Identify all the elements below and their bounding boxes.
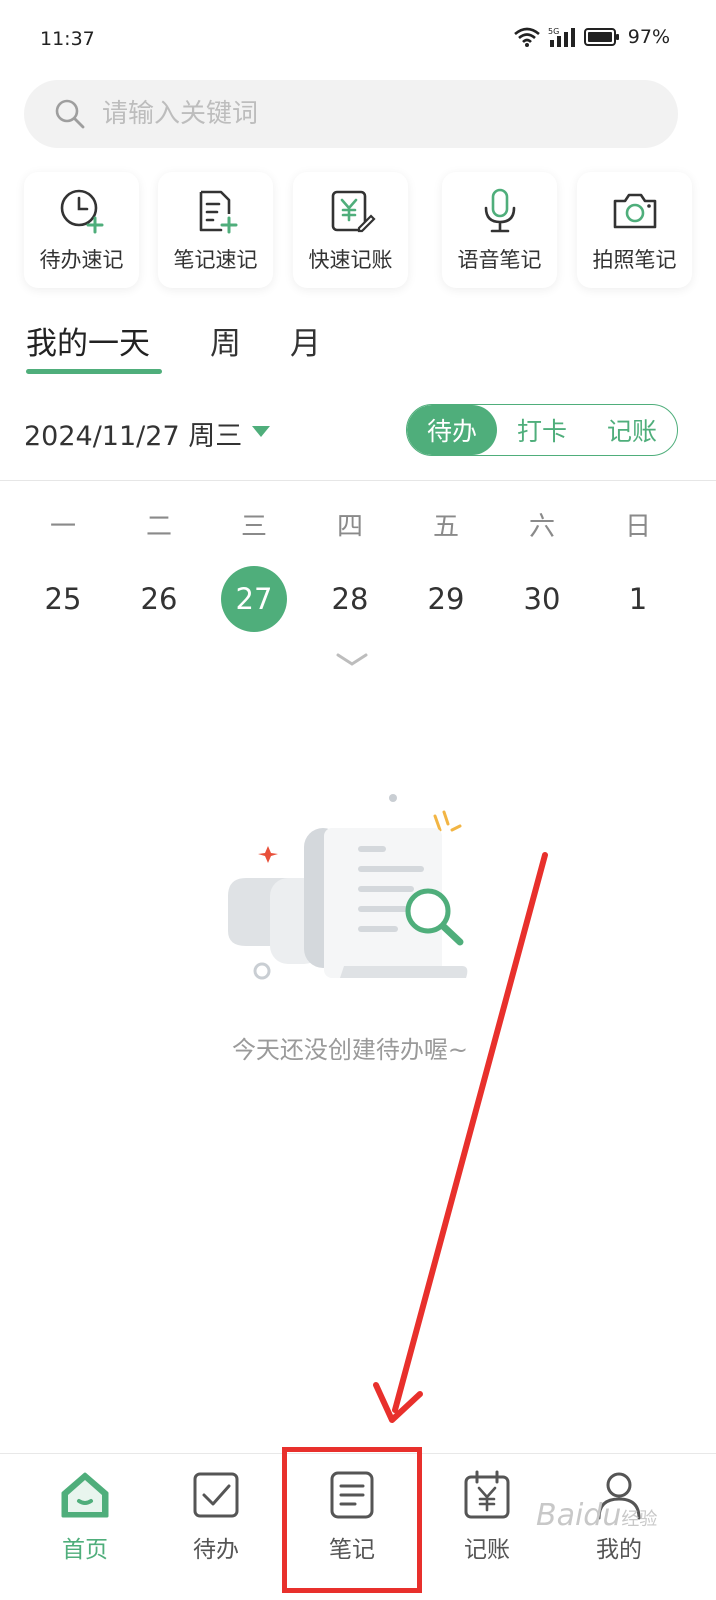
date-row: 2024/11/27 周三 待办 打卡 记账 — [24, 404, 678, 456]
search-icon — [55, 99, 85, 129]
camera-icon — [613, 193, 656, 229]
calendar-yen-icon — [464, 1470, 510, 1519]
quick-note-label: 笔记速记 — [173, 248, 258, 272]
day-cell[interactable]: 30 — [507, 566, 577, 632]
nav-todo[interactable]: 待办 — [161, 1468, 271, 1578]
weekday-label: 二 — [145, 512, 172, 542]
week-header: 一 二 三 四 五 六 日 — [0, 506, 716, 546]
nav-home[interactable]: 首页 — [30, 1468, 140, 1578]
weekday-label: 一 — [49, 512, 76, 542]
quick-photo-button[interactable]: 拍照笔记 — [577, 172, 692, 288]
week-days: 25 26 27 28 29 30 1 — [0, 566, 716, 632]
search-input[interactable] — [102, 99, 622, 129]
segment-checkin[interactable]: 打卡 — [497, 405, 587, 455]
nav-todo-label: 待办 — [193, 1537, 239, 1563]
microphone-icon — [484, 188, 515, 233]
weekday-label: 日 — [624, 512, 651, 542]
nav-profile-label: 我的 — [596, 1537, 642, 1563]
divider — [0, 480, 716, 481]
quick-expense-button[interactable]: 快速记账 — [293, 172, 408, 288]
day-cell[interactable]: 28 — [315, 566, 385, 632]
watermark-suffix: 经验 — [621, 1509, 658, 1530]
quick-expense-label: 快速记账 — [308, 248, 393, 272]
battery-percent: 97% — [627, 26, 670, 48]
chevron-down-icon[interactable] — [336, 652, 368, 668]
empty-illustration — [228, 794, 468, 980]
tab-week[interactable]: 周 — [210, 318, 241, 363]
annotation-highlight-box — [282, 1447, 422, 1593]
segment-todo[interactable]: 待办 — [407, 405, 497, 455]
day-cell-today[interactable]: 27 — [219, 566, 289, 632]
status-bar: 11:37 5G 97% — [0, 0, 716, 80]
baidu-watermark: Baidu经验 — [536, 1498, 657, 1533]
weekday-label: 三 — [240, 512, 267, 542]
note-plus-icon — [199, 190, 237, 234]
segment-expense[interactable]: 记账 — [587, 405, 677, 455]
watermark-brand: Baidu — [536, 1498, 622, 1533]
yen-edit-icon — [331, 190, 376, 233]
checkbox-icon — [193, 1472, 239, 1518]
quick-actions: 待办速记 笔记速记 快速记账 语音笔记 拍照笔记 — [24, 172, 704, 288]
date-selector[interactable]: 2024/11/27 周三 — [24, 414, 242, 453]
mode-segment: 待办 打卡 记账 — [406, 404, 678, 456]
quick-voice-button[interactable]: 语音笔记 — [442, 172, 557, 288]
day-cell[interactable]: 29 — [411, 566, 481, 632]
clock-plus-icon — [60, 189, 103, 234]
home-icon — [61, 1472, 109, 1518]
quick-todo-label: 待办速记 — [39, 248, 124, 272]
quick-note-button[interactable]: 笔记速记 — [158, 172, 273, 288]
caret-down-icon[interactable] — [252, 426, 270, 437]
wifi-icon — [513, 27, 540, 47]
empty-state-message: 今天还没创建待办喔~ — [231, 1036, 469, 1064]
quick-photo-label: 拍照笔记 — [592, 248, 677, 272]
day-cell[interactable]: 1 — [603, 566, 673, 632]
day-cell[interactable]: 26 — [124, 566, 194, 632]
tab-month[interactable]: 月 — [290, 318, 321, 363]
status-indicators: 5G 97% — [513, 26, 670, 48]
nav-expense[interactable]: 记账 — [432, 1468, 542, 1578]
weekday-label: 四 — [336, 512, 363, 542]
search-bar[interactable] — [24, 80, 678, 148]
day-cell[interactable]: 25 — [28, 566, 98, 632]
quick-voice-label: 语音笔记 — [457, 248, 542, 272]
active-tab-indicator — [26, 369, 162, 374]
quick-todo-button[interactable]: 待办速记 — [24, 172, 139, 288]
status-time: 11:37 — [40, 28, 95, 50]
weekday-label: 六 — [528, 512, 555, 542]
battery-icon — [583, 28, 619, 46]
weekday-label: 五 — [432, 512, 459, 542]
svg-text:5G: 5G — [548, 27, 559, 36]
nav-expense-label: 记账 — [464, 1537, 510, 1563]
tab-my-day[interactable]: 我的一天 — [26, 318, 150, 363]
nav-home-label: 首页 — [62, 1537, 108, 1563]
signal-icon: 5G — [548, 27, 575, 47]
